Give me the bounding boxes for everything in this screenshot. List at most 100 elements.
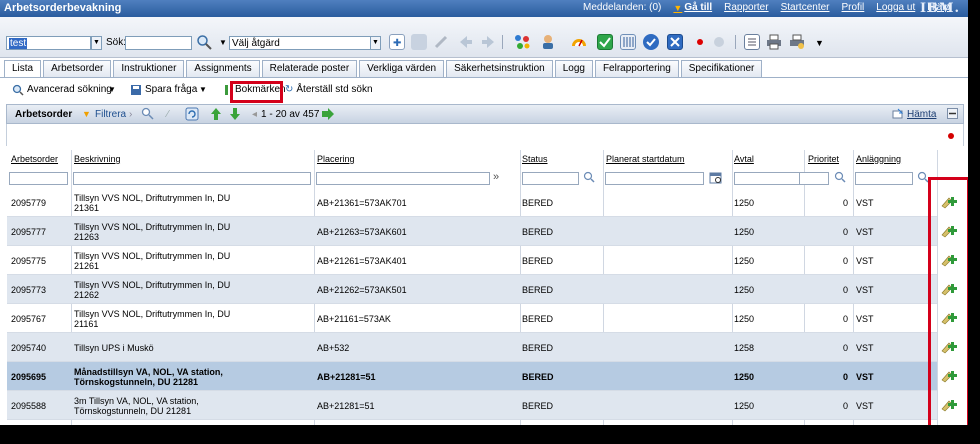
new-record-icon[interactable]: ✚ <box>389 34 405 50</box>
save-icon[interactable] <box>411 34 427 50</box>
advanced-search-label: Avancerad sökning <box>27 84 112 95</box>
grid-icon[interactable] <box>620 34 636 50</box>
pencil-icon[interactable] <box>433 34 449 50</box>
collapse-icon[interactable] <box>947 108 958 122</box>
query-dropdown-button[interactable]: ▼ <box>91 36 102 50</box>
action-select[interactable]: Välj åtgärd <box>229 36 371 50</box>
bookmark-column-highlight <box>928 177 968 425</box>
column-header-anlaggning[interactable]: Anläggning <box>856 154 901 164</box>
reports-link[interactable]: Rapporter <box>724 2 768 13</box>
user-icon[interactable] <box>540 34 556 50</box>
column-header-arbetsorder[interactable]: Arbetsorder <box>11 154 58 164</box>
tab-felrapportering[interactable]: Felrapportering <box>594 60 679 77</box>
table-row[interactable]: 2095576Tillsyn VA utrymmen Tranebergsbro… <box>7 420 937 425</box>
check-icon[interactable] <box>597 34 613 50</box>
print-icon[interactable] <box>766 34 782 50</box>
table-row[interactable]: 2095773 Tillsyn VVS NOL, Driftutrymmen In… <box>7 275 957 304</box>
save-query-button[interactable]: Spara fråga <box>130 84 197 96</box>
arrow-left-icon[interactable] <box>458 34 474 50</box>
table-row[interactable]: 2095779 Tillsyn VVS NOL, Driftutrymmen In… <box>7 188 957 217</box>
filter-prioritet[interactable] <box>799 172 829 185</box>
filter-status[interactable] <box>522 172 579 185</box>
workorder-number[interactable]: 2095777 <box>11 227 46 237</box>
column-header-placering[interactable]: Placering <box>317 154 355 164</box>
table-row[interactable]: 2095775 Tillsyn VVS NOL, Driftutrymmen In… <box>7 246 957 275</box>
reset-search-button[interactable]: ↻ Återställ std sökn <box>285 84 373 96</box>
filter-button[interactable]: Filtrera <box>95 109 126 120</box>
tab-instruktioner[interactable]: Instruktioner <box>113 60 185 77</box>
refresh-list-icon[interactable] <box>185 107 199 124</box>
chevron-down-icon[interactable]: ▼ <box>219 38 227 47</box>
clear-filter-icon[interactable]: ⁄ <box>167 109 169 120</box>
table-row[interactable]: 2095588 3m Tillsyn VA, NOL, VA station, Tö… <box>7 391 957 420</box>
find-icon[interactable] <box>141 107 154 123</box>
profile-link[interactable]: Profil <box>842 2 865 13</box>
arrow-down-icon[interactable] <box>229 107 241 124</box>
workorder-number[interactable]: 2095773 <box>11 285 46 295</box>
column-header-beskrivning[interactable]: Beskrivning <box>74 154 121 164</box>
previous-page-icon[interactable]: ◂ <box>252 109 257 120</box>
startcenter-link[interactable]: Startcenter <box>781 2 830 13</box>
workflow-icon[interactable] <box>514 34 530 50</box>
tab-specifikationer[interactable]: Specifikationer <box>680 60 763 77</box>
status-search-icon[interactable] <box>583 171 595 186</box>
tab-arbetsorder[interactable]: Arbetsorder <box>43 60 112 77</box>
messages-link[interactable]: Meddelanden: (0) <box>583 2 661 13</box>
column-header-status[interactable]: Status <box>522 154 548 164</box>
workorder-number[interactable]: 2095767 <box>11 314 46 324</box>
action-dropdown-button[interactable]: ▼ <box>370 36 381 50</box>
magnifier-icon <box>12 84 24 96</box>
workorder-number[interactable]: 2095695 <box>11 372 46 382</box>
filter-avtal[interactable] <box>734 172 802 185</box>
search-input[interactable] <box>125 36 192 50</box>
checkmark-circle-icon[interactable] <box>643 34 659 50</box>
next-page-icon[interactable] <box>321 107 335 124</box>
workorder-number[interactable]: 2095740 <box>11 343 46 353</box>
tab-assignments[interactable]: Assignments <box>186 60 260 77</box>
column-header-avtal[interactable]: Avtal <box>734 154 754 164</box>
table-row[interactable]: 2095740 Tillsyn UPS i Muskö AB+532 BERED 125… <box>7 333 957 362</box>
red-dot-icon[interactable] <box>692 34 708 50</box>
ibm-logo: IBM. <box>920 1 960 16</box>
gauge-icon[interactable] <box>571 34 587 50</box>
arrow-right-icon[interactable] <box>480 34 496 50</box>
table-row[interactable]: 2095777 Tillsyn VVS NOL, Driftutrymmen In… <box>7 217 957 246</box>
goto-menu[interactable]: ▼ Gå till <box>673 2 712 13</box>
calendar-icon[interactable] <box>709 171 722 187</box>
workorder-number[interactable]: 2095588 <box>11 401 46 411</box>
filter-startdatum[interactable] <box>605 172 704 185</box>
prioritet-search-icon[interactable] <box>834 171 846 186</box>
tab-lista[interactable]: Lista <box>4 60 42 78</box>
advanced-search-dropdown-icon[interactable]: ▼ <box>108 84 116 96</box>
filter-anlaggning[interactable] <box>855 172 913 185</box>
facility: VST <box>856 372 874 382</box>
more-dropdown-icon[interactable]: ▼ <box>815 38 824 48</box>
tab-verkliga-varden[interactable]: Verkliga värden <box>359 60 445 77</box>
arrow-up-icon[interactable] <box>210 107 222 124</box>
double-chevron-icon[interactable]: » <box>493 171 499 183</box>
save-query-dropdown-icon[interactable]: ▼ <box>199 84 207 96</box>
workorder-number[interactable]: 2095779 <box>11 198 46 208</box>
query-select[interactable]: test <box>6 36 91 50</box>
logout-link[interactable]: Logga ut <box>876 2 915 13</box>
column-header-prioritet[interactable]: Prioritet <box>808 154 839 164</box>
tab-relaterade-poster[interactable]: Relaterade poster <box>261 60 358 77</box>
column-header-planerat-startdatum[interactable]: Planerat startdatum <box>606 154 685 164</box>
download-link[interactable]: Hämta <box>907 109 936 120</box>
filter-placering[interactable] <box>316 172 490 185</box>
tab-sakerhetsinstruktion[interactable]: Säkerhetsinstruktion <box>446 60 553 77</box>
print-settings-icon[interactable] <box>789 34 805 50</box>
document-icon[interactable] <box>744 34 760 50</box>
search-icon[interactable] <box>196 34 212 53</box>
table-row[interactable]: 2095695 Månadstillsyn VA, NOL, VA station… <box>7 362 957 391</box>
close-icon[interactable] <box>667 34 683 50</box>
advanced-search-button[interactable]: Avancerad sökning <box>12 84 112 96</box>
copy-icon[interactable] <box>712 34 728 50</box>
save-query-label: Spara fråga <box>145 84 198 95</box>
table-row[interactable]: 2095767 Tillsyn VVS NOL, Driftutrymmen In… <box>7 304 957 333</box>
tab-logg[interactable]: Logg <box>554 60 593 77</box>
filter-arbetsorder[interactable] <box>9 172 68 185</box>
filter-beskrivning[interactable] <box>73 172 311 185</box>
description-line2: 21261 <box>74 261 100 271</box>
workorder-number[interactable]: 2095775 <box>11 256 46 266</box>
